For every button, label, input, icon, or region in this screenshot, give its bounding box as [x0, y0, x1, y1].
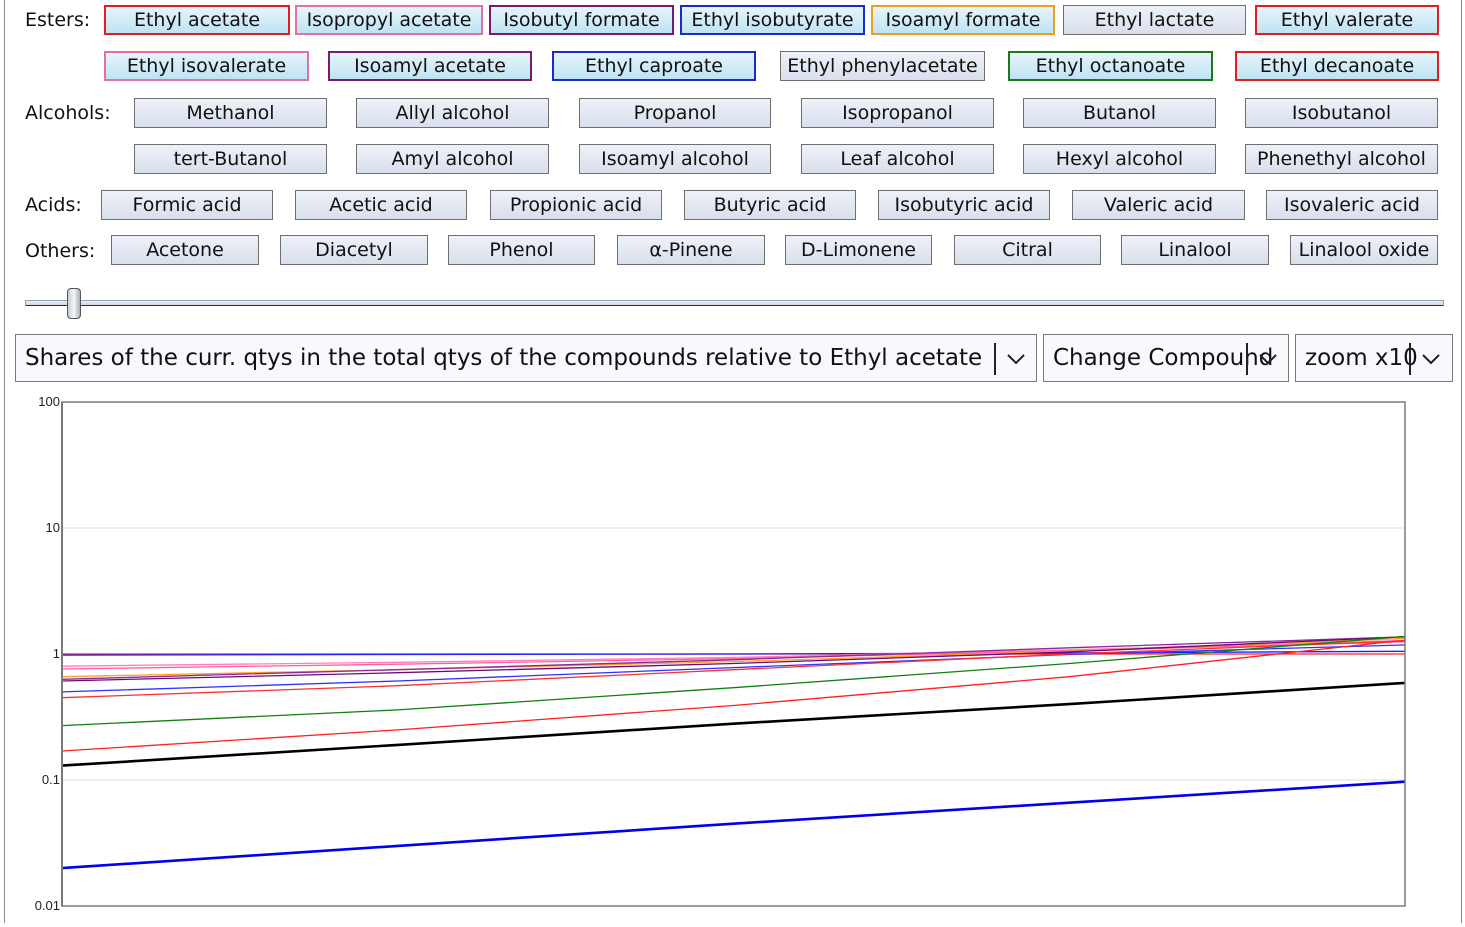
compound-button-ethyl-valerate[interactable]: Ethyl valerate — [1255, 5, 1439, 35]
compound-button-isobutyric-acid[interactable]: Isobutyric acid — [878, 190, 1050, 220]
chart-container: 100 10 1 0.1 0.01 — [0, 390, 1465, 923]
compound-button-ethyl-acetate[interactable]: Ethyl acetate — [104, 5, 290, 35]
line-chart: 100 10 1 0.1 0.01 — [35, 394, 1406, 913]
compound-button-ethyl-octanoate[interactable]: Ethyl octanoate — [1008, 51, 1213, 81]
compound-button-ethyl-decanoate[interactable]: Ethyl decanoate — [1235, 51, 1439, 81]
compound-select-value: Change Compound — [1053, 345, 1274, 371]
chevron-down-icon[interactable] — [1248, 335, 1288, 381]
compound-button-isobutanol[interactable]: Isobutanol — [1245, 98, 1438, 128]
y-tick-label: 1 — [53, 646, 60, 661]
compound-button-isoamyl-alcohol[interactable]: Isoamyl alcohol — [579, 144, 771, 174]
compound-button-ethyl-isobutyrate[interactable]: Ethyl isobutyrate — [680, 5, 865, 35]
compound-button-acetic-acid[interactable]: Acetic acid — [295, 190, 467, 220]
compound-button-linalool-oxide[interactable]: Linalool oxide — [1290, 235, 1438, 265]
compound-button-valeric-acid[interactable]: Valeric acid — [1072, 190, 1245, 220]
compound-button-methanol[interactable]: Methanol — [134, 98, 327, 128]
metric-select-value: Shares of the curr. qtys in the total qt… — [25, 345, 983, 371]
zoom-select[interactable]: zoom x10 — [1295, 334, 1453, 382]
metric-select[interactable]: Shares of the curr. qtys in the total qt… — [15, 334, 1037, 382]
y-tick-label: 0.01 — [35, 898, 60, 913]
compound-button-ethyl-caproate[interactable]: Ethyl caproate — [552, 51, 756, 81]
y-tick-label: 100 — [38, 394, 60, 409]
chevron-down-icon[interactable] — [1411, 335, 1451, 381]
compound-button-d-limonene[interactable]: D-Limonene — [785, 235, 932, 265]
compound-button-isopropyl-acetate[interactable]: Isopropyl acetate — [295, 5, 483, 35]
group-label-acids: Acids: — [25, 194, 82, 216]
y-tick-label: 0.1 — [42, 772, 60, 787]
zoom-select-value: zoom x10 — [1305, 345, 1418, 371]
compound-button-propanol[interactable]: Propanol — [579, 98, 771, 128]
compound-button--pinene[interactable]: α-Pinene — [617, 235, 765, 265]
compound-button-amyl-alcohol[interactable]: Amyl alcohol — [356, 144, 549, 174]
compound-button-isobutyl-formate[interactable]: Isobutyl formate — [489, 5, 674, 35]
group-label-alcohols: Alcohols: — [25, 102, 111, 124]
compound-select[interactable]: Change Compound — [1043, 334, 1289, 382]
compound-button-ethyl-isovalerate[interactable]: Ethyl isovalerate — [104, 51, 309, 81]
compound-button-ethyl-lactate[interactable]: Ethyl lactate — [1063, 5, 1246, 35]
compound-button-phenethyl-alcohol[interactable]: Phenethyl alcohol — [1245, 144, 1438, 174]
compound-button-allyl-alcohol[interactable]: Allyl alcohol — [356, 98, 549, 128]
compound-button-isopropanol[interactable]: Isopropanol — [801, 98, 994, 128]
group-label-others: Others: — [25, 240, 96, 262]
compound-button-citral[interactable]: Citral — [954, 235, 1101, 265]
compound-button-propionic-acid[interactable]: Propionic acid — [490, 190, 662, 220]
time-slider-thumb[interactable] — [67, 288, 81, 319]
group-label-esters: Esters: — [25, 9, 91, 31]
compound-button-leaf-alcohol[interactable]: Leaf alcohol — [801, 144, 994, 174]
compound-button-ethyl-phenylacetate[interactable]: Ethyl phenylacetate — [780, 51, 985, 81]
compound-button-isoamyl-formate[interactable]: Isoamyl formate — [871, 5, 1055, 35]
y-tick-label: 10 — [46, 520, 60, 535]
compound-button-formic-acid[interactable]: Formic acid — [101, 190, 273, 220]
compound-button-butyric-acid[interactable]: Butyric acid — [684, 190, 856, 220]
compound-button-tert-butanol[interactable]: tert-Butanol — [134, 144, 327, 174]
compound-button-isovaleric-acid[interactable]: Isovaleric acid — [1266, 190, 1438, 220]
compound-button-phenol[interactable]: Phenol — [448, 235, 595, 265]
compound-button-acetone[interactable]: Acetone — [111, 235, 259, 265]
compound-button-hexyl-alcohol[interactable]: Hexyl alcohol — [1023, 144, 1216, 174]
compound-button-linalool[interactable]: Linalool — [1121, 235, 1269, 265]
time-slider-track[interactable] — [25, 300, 1444, 306]
compound-button-butanol[interactable]: Butanol — [1023, 98, 1216, 128]
compound-button-diacetyl[interactable]: Diacetyl — [280, 235, 428, 265]
compound-button-isoamyl-acetate[interactable]: Isoamyl acetate — [328, 51, 532, 81]
chevron-down-icon[interactable] — [996, 335, 1036, 381]
